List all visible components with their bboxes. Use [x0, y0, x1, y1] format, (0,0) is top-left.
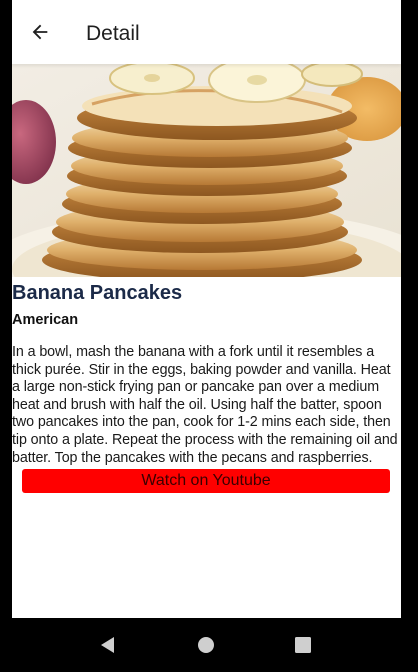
- recipe-image: [12, 64, 401, 277]
- app-bar: Detail: [12, 0, 401, 64]
- system-navigation-bar: [0, 618, 418, 672]
- arrow-left-icon: [32, 24, 48, 40]
- recipe-content: Banana Pancakes American In a bowl, mash…: [12, 282, 401, 494]
- system-recents-button[interactable]: [291, 633, 315, 657]
- watch-on-youtube-button[interactable]: Watch on Youtube: [22, 469, 390, 494]
- system-back-button[interactable]: [96, 633, 120, 657]
- device-frame: Detail Banana Pancakes American In a bow…: [0, 0, 418, 672]
- recipe-title: Banana Pancakes: [12, 282, 183, 304]
- triangle-back-icon: [101, 637, 114, 653]
- system-home-button[interactable]: [194, 633, 218, 657]
- page-title: Detail: [86, 22, 140, 45]
- recipe-cuisine: American: [12, 312, 79, 328]
- back-button[interactable]: [24, 16, 56, 48]
- square-recents-icon: [295, 637, 311, 653]
- recipe-instructions: In a bowl, mash the banana with a fork u…: [12, 344, 398, 466]
- circle-home-icon: [198, 637, 214, 653]
- app-screen: Detail Banana Pancakes American In a bow…: [12, 0, 401, 618]
